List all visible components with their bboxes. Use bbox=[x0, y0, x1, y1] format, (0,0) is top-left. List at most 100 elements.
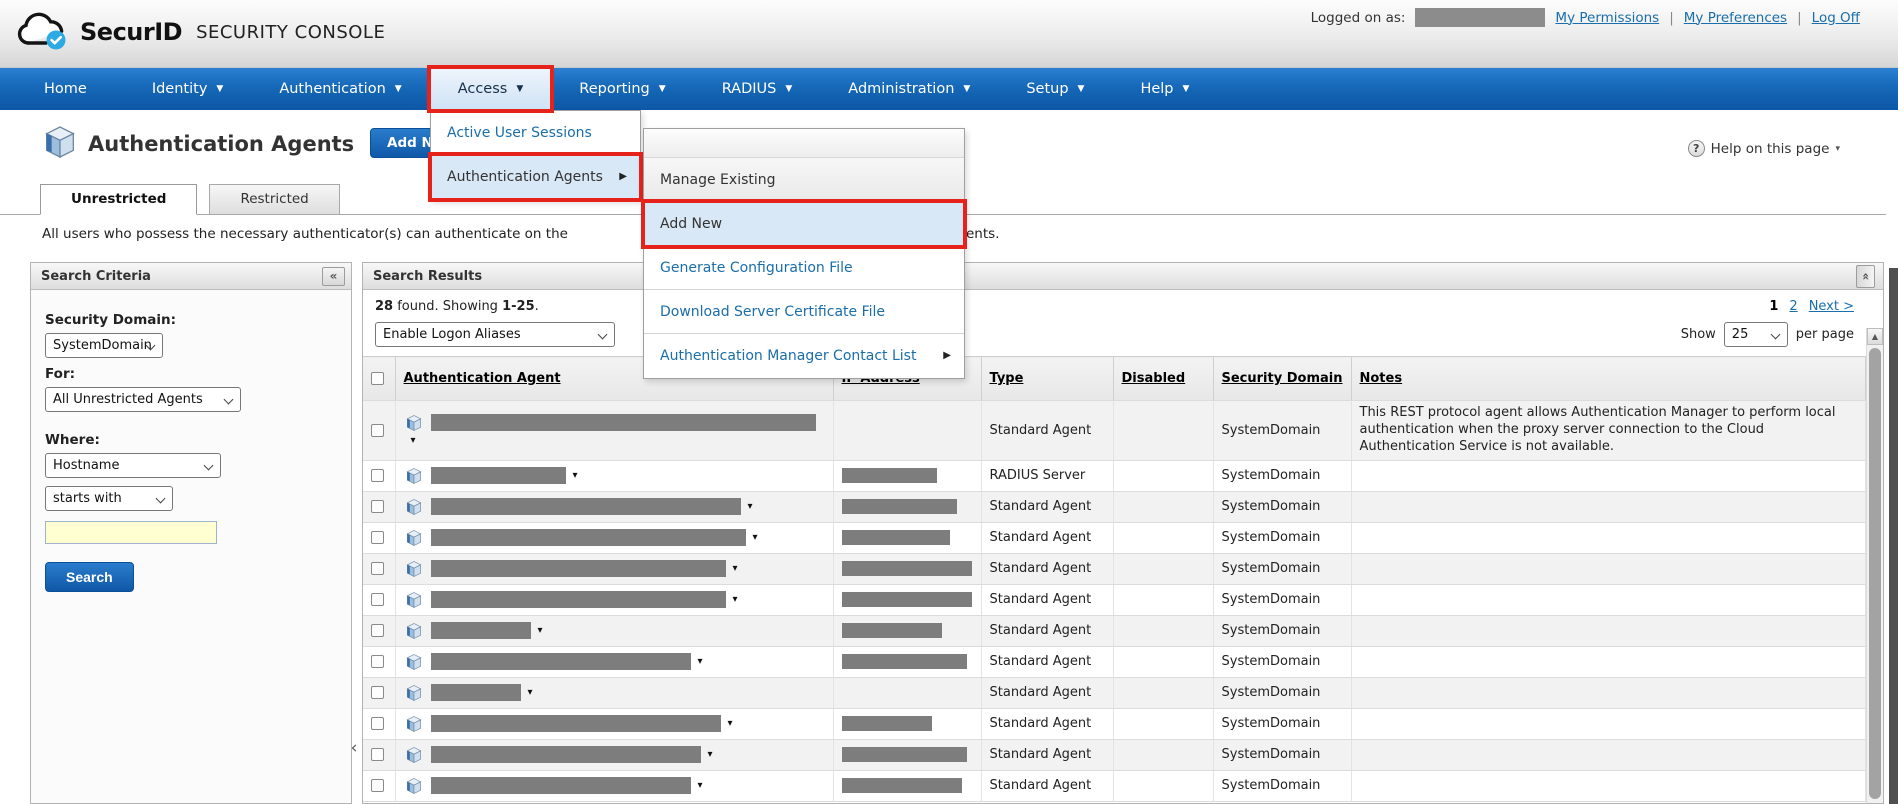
row-checkbox[interactable] bbox=[371, 562, 384, 575]
results-toolbar: Enable Logon Aliases Show 25 per page bbox=[363, 318, 1866, 356]
row-checkbox[interactable] bbox=[371, 593, 384, 606]
agent-name-redacted[interactable] bbox=[431, 715, 721, 732]
where-value-input[interactable] bbox=[45, 521, 217, 544]
row-checkbox[interactable] bbox=[371, 624, 384, 637]
row-checkbox[interactable] bbox=[371, 531, 384, 544]
agent-name-redacted[interactable] bbox=[431, 414, 816, 431]
window-scrollbar[interactable] bbox=[1886, 268, 1898, 804]
agent-context-caret-icon[interactable]: ▾ bbox=[573, 470, 578, 481]
column-sort-link[interactable]: Security Domain bbox=[1222, 371, 1343, 386]
nav-item[interactable]: Help ▼ bbox=[1112, 68, 1217, 110]
my-permissions-link[interactable]: My Permissions bbox=[1555, 10, 1659, 26]
row-checkbox[interactable] bbox=[371, 779, 384, 792]
select-all-checkbox[interactable] bbox=[371, 372, 384, 385]
agent-context-caret-icon[interactable]: ▾ bbox=[538, 625, 543, 636]
menu-item[interactable]: Authentication Agents ▶ bbox=[431, 155, 640, 199]
column-sort-link[interactable]: Disabled bbox=[1122, 371, 1186, 386]
agent-row: ▾ RADIUS Server SystemDomain bbox=[363, 460, 1866, 491]
submenu-top-strip bbox=[644, 129, 964, 158]
submenu-item-label: Add New bbox=[660, 202, 722, 246]
submenu-item[interactable]: Manage Existing bbox=[644, 158, 964, 202]
security-domain-select[interactable]: SystemDomain bbox=[45, 333, 163, 358]
collapse-panel-button[interactable]: « bbox=[322, 267, 345, 286]
show-label: Show bbox=[1681, 327, 1716, 342]
row-checkbox[interactable] bbox=[371, 469, 384, 482]
collapse-results-button[interactable]: « bbox=[1856, 265, 1875, 288]
nav-item[interactable]: Reporting ▼ bbox=[551, 68, 693, 110]
agent-context-caret-icon[interactable]: ▾ bbox=[411, 435, 416, 446]
nav-item[interactable]: Access ▼ bbox=[430, 68, 552, 110]
submenu-item[interactable]: Add New bbox=[644, 202, 964, 246]
results-scrollbar[interactable]: ▲ bbox=[1866, 328, 1883, 803]
where-field-select[interactable]: Hostname bbox=[45, 453, 221, 478]
agent-name-redacted[interactable] bbox=[431, 591, 726, 608]
separator: | bbox=[1669, 10, 1674, 26]
help-on-this-page-link[interactable]: ? Help on this page ▾ bbox=[1688, 140, 1840, 157]
agent-box-icon bbox=[404, 413, 424, 433]
agent-name-redacted[interactable] bbox=[431, 622, 531, 639]
for-select[interactable]: All Unrestricted Agents bbox=[45, 387, 241, 412]
row-checkbox[interactable] bbox=[371, 717, 384, 730]
agent-context-caret-icon[interactable]: ▾ bbox=[733, 594, 738, 605]
logged-on-label: Logged on as: bbox=[1311, 10, 1406, 26]
tab-unrestricted[interactable]: Unrestricted bbox=[40, 184, 197, 215]
submenu-item[interactable]: Authentication Manager Contact List ▶ bbox=[644, 334, 964, 378]
agent-context-caret-icon[interactable]: ▾ bbox=[733, 563, 738, 574]
agent-context-caret-icon[interactable]: ▾ bbox=[698, 656, 703, 667]
agent-security-domain: SystemDomain bbox=[1213, 646, 1351, 677]
page-size-select[interactable]: 25 bbox=[1724, 322, 1788, 347]
page-2-link[interactable]: 2 bbox=[1789, 299, 1797, 314]
agent-name-redacted[interactable] bbox=[431, 684, 521, 701]
bulk-action-select[interactable]: Enable Logon Aliases bbox=[375, 322, 615, 347]
table-header-row: Authentication AgentIP AddressTypeDisabl… bbox=[363, 357, 1866, 401]
my-preferences-link[interactable]: My Preferences bbox=[1684, 10, 1787, 26]
row-checkbox[interactable] bbox=[371, 655, 384, 668]
nav-item[interactable]: Authentication ▼ bbox=[251, 68, 429, 110]
agent-name-redacted[interactable] bbox=[431, 467, 566, 484]
tab-restricted[interactable]: Restricted bbox=[209, 184, 339, 215]
agent-security-domain: SystemDomain bbox=[1213, 491, 1351, 522]
where-operator-select[interactable]: starts with bbox=[45, 486, 173, 511]
agent-context-caret-icon[interactable]: ▾ bbox=[528, 687, 533, 698]
agent-name-redacted[interactable] bbox=[431, 653, 691, 670]
agent-notes bbox=[1351, 708, 1866, 739]
agent-row: ▾ Standard Agent SystemDomain bbox=[363, 615, 1866, 646]
agent-context-caret-icon[interactable]: ▾ bbox=[708, 749, 713, 760]
nav-item[interactable]: RADIUS ▼ bbox=[694, 68, 821, 110]
submenu-item[interactable]: Generate Configuration File bbox=[644, 246, 964, 290]
agent-name-redacted[interactable] bbox=[431, 529, 746, 546]
scroll-up-arrow-icon[interactable]: ▲ bbox=[1867, 328, 1883, 345]
agent-disabled bbox=[1113, 770, 1213, 801]
agent-disabled bbox=[1113, 739, 1213, 770]
column-sort-link[interactable]: Type bbox=[990, 371, 1024, 386]
column-sort-link[interactable]: Authentication Agent bbox=[404, 371, 561, 386]
nav-item[interactable]: Setup ▼ bbox=[998, 68, 1112, 110]
column-sort-link[interactable]: Notes bbox=[1360, 371, 1403, 386]
row-checkbox[interactable] bbox=[371, 748, 384, 761]
nav-item[interactable]: Identity ▼ bbox=[124, 68, 252, 110]
agent-context-caret-icon[interactable]: ▾ bbox=[748, 501, 753, 512]
row-checkbox[interactable] bbox=[371, 500, 384, 513]
agent-context-caret-icon[interactable]: ▾ bbox=[698, 780, 703, 791]
nav-item[interactable]: Administration ▼ bbox=[820, 68, 998, 110]
row-checkbox[interactable] bbox=[371, 424, 384, 437]
menu-item-label: Authentication Agents bbox=[447, 155, 603, 199]
agent-name-redacted[interactable] bbox=[431, 560, 726, 577]
agent-name-redacted[interactable] bbox=[431, 746, 701, 763]
agent-context-caret-icon[interactable]: ▾ bbox=[753, 532, 758, 543]
log-off-link[interactable]: Log Off bbox=[1812, 10, 1860, 26]
panel-splitter-chevron-icon[interactable]: ‹ bbox=[348, 728, 360, 768]
next-page-link[interactable]: Next > bbox=[1809, 299, 1854, 314]
row-checkbox[interactable] bbox=[371, 686, 384, 699]
search-button[interactable]: Search bbox=[45, 562, 134, 592]
agent-row: ▾ Standard Agent SystemDomain This REST … bbox=[363, 401, 1866, 461]
menu-item[interactable]: Active User Sessions bbox=[431, 111, 640, 155]
agent-name-redacted[interactable] bbox=[431, 777, 691, 794]
scrollbar-thumb[interactable] bbox=[1869, 348, 1881, 799]
agent-row: ▾ Standard Agent SystemDomain bbox=[363, 491, 1866, 522]
agent-name-redacted[interactable] bbox=[431, 498, 741, 515]
submenu-item[interactable]: Download Server Certificate File bbox=[644, 290, 964, 334]
nav-item[interactable]: Home bbox=[16, 68, 124, 110]
agent-context-caret-icon[interactable]: ▾ bbox=[728, 718, 733, 729]
ip-address-redacted bbox=[842, 778, 962, 793]
